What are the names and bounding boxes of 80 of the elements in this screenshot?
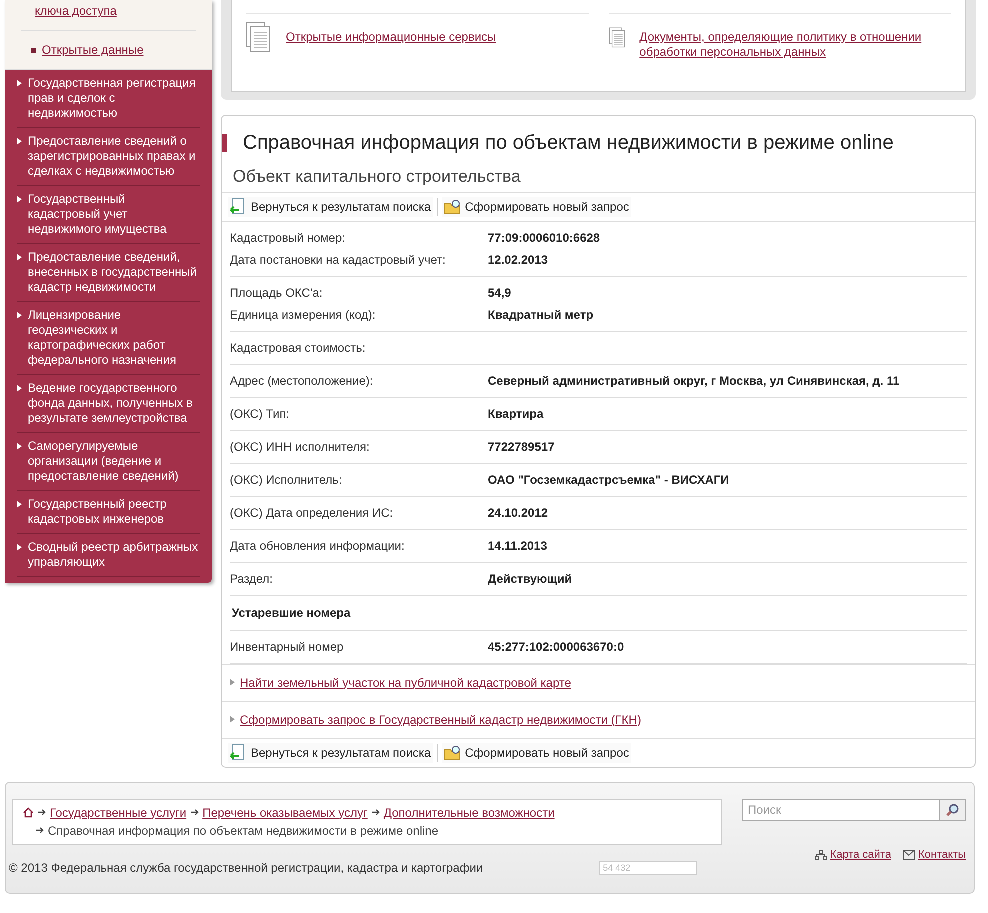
field-label: (ОКС) ИНН исполнителя: bbox=[230, 438, 371, 454]
sidebar-item[interactable]: Государственный кадастровый учет недвижимого имущества bbox=[28, 192, 200, 237]
sidebar-item[interactable]: Лицензирование геодезических и картографических работ федерального назначения bbox=[28, 308, 200, 368]
toolbar-button[interactable]: Вернуться к результатам поиска bbox=[228, 196, 434, 216]
footer-link[interactable]: Контакты bbox=[903, 846, 966, 863]
chevron-icon bbox=[17, 385, 22, 392]
folder-search-icon bbox=[444, 198, 462, 216]
field-label: (ОКС) Тип: bbox=[230, 406, 291, 422]
sidebar-item[interactable]: Ведение государственного фонда данных, полученных в результате землеустройства bbox=[28, 381, 200, 426]
sidebar-item[interactable]: Сводный реестр арбитражных управляющих bbox=[28, 540, 200, 570]
field-label: (ОКС) Исполнитель: bbox=[230, 472, 344, 488]
copyright: © 2013 Федеральная служба государственной регистрации, кадастра и картографии bbox=[9, 860, 484, 876]
sidebar-item[interactable]: Предоставление сведений, внесенных в государственный кадастр недвижимости bbox=[28, 250, 200, 295]
link[interactable]: Открытые информационные сервисы bbox=[286, 22, 496, 45]
breadcrumb-link[interactable]: Дополнительные возможности bbox=[384, 804, 555, 822]
submenu-link[interactable]: Открытые данные bbox=[42, 41, 144, 59]
field-label: Кадастровая стоимость: bbox=[230, 340, 367, 356]
link[interactable]: Найти земельный участок на публичной кадастровой карте bbox=[240, 674, 572, 690]
chevron-icon bbox=[17, 544, 22, 551]
page-title: Справочная информация по объектам недвижимости в режиме online bbox=[243, 131, 894, 156]
field-label: Дата обновления информации: bbox=[230, 538, 406, 554]
sidebar-item[interactable]: Предоставление сведений о зарегистрированных правах и сделках с недвижимостью bbox=[28, 134, 200, 179]
folder-search-icon bbox=[444, 744, 462, 762]
field-value: Действующий bbox=[488, 570, 572, 586]
chevron-icon bbox=[17, 312, 22, 319]
field-label: Площадь ОКС'а: bbox=[230, 284, 324, 300]
footer-link[interactable]: Карта сайта bbox=[815, 846, 892, 863]
field-label: Дата постановки на кадастровый учет: bbox=[230, 252, 447, 268]
field-label: Инвентарный номер bbox=[230, 638, 345, 654]
field-value: Северный административный округ, г Москва, ул Синявинская, д. 11 bbox=[488, 372, 900, 388]
field-value: 45:277:102:000063670:0 bbox=[488, 638, 624, 654]
breadcrumb-link[interactable]: Государственные услуги bbox=[50, 804, 187, 822]
chevron-icon bbox=[230, 716, 235, 722]
sidebar-item[interactable]: Государственный реестр кадастровых инженеров bbox=[28, 497, 200, 527]
chevron-icon bbox=[17, 254, 22, 261]
field-label: Единица измерения (код): bbox=[230, 306, 377, 322]
arrow-icon bbox=[36, 827, 44, 834]
field-value: 12.02.2013 bbox=[488, 252, 548, 268]
arrow-icon bbox=[38, 809, 46, 816]
sitemap-icon bbox=[815, 850, 828, 860]
envelope-icon bbox=[903, 850, 916, 860]
search-field[interactable]: Поиск bbox=[742, 798, 940, 820]
submenu-link[interactable]: ключа доступа bbox=[21, 4, 117, 18]
chevron-icon bbox=[230, 678, 235, 686]
title-accent bbox=[222, 134, 227, 152]
chevron-icon bbox=[17, 443, 22, 450]
field-value: Квартира bbox=[488, 406, 544, 422]
field-value: 54,9 bbox=[488, 284, 512, 300]
toolbar-button[interactable]: Сформировать новый запрос bbox=[442, 742, 632, 762]
field-value: 77:09:0006010:6628 bbox=[488, 230, 600, 246]
search-button[interactable] bbox=[940, 798, 966, 820]
field-label: Кадастровый номер: bbox=[230, 230, 346, 246]
field-value: ОАО "Госземкадастрсъемка" - ВИСХАГИ bbox=[488, 472, 730, 488]
current-page: Справочная информация по объектам недвижимости в режиме online bbox=[48, 822, 439, 840]
document-icon bbox=[246, 22, 272, 54]
home-icon[interactable] bbox=[23, 807, 34, 818]
link[interactable]: Документы, определяющие политику в отношении обработки персональных данных bbox=[640, 22, 951, 60]
sidebar-item[interactable]: Государственная регистрация прав и сделок с недвижимостью bbox=[28, 76, 200, 121]
arrow-icon bbox=[372, 809, 380, 816]
field-label: Адрес (местоположение): bbox=[230, 372, 374, 388]
field-value: 14.11.2013 bbox=[488, 538, 548, 554]
visitor-counter: 54 432 bbox=[599, 860, 698, 874]
field-value: 7722789517 bbox=[488, 438, 555, 454]
sidebar-item[interactable]: Саморегулируемые организации (ведение и предоставление сведений) bbox=[28, 439, 200, 484]
search-icon bbox=[946, 802, 960, 816]
chevron-icon bbox=[17, 138, 22, 145]
chevron-icon bbox=[17, 196, 22, 203]
toolbar-button[interactable]: Сформировать новый запрос bbox=[442, 196, 632, 216]
field-value: Квадратный метр bbox=[488, 306, 594, 322]
arrow-icon bbox=[190, 809, 199, 816]
chevron-icon bbox=[17, 80, 22, 87]
toolbar-button[interactable]: Вернуться к результатам поиска bbox=[228, 742, 434, 762]
link[interactable]: Сформировать запрос в Государственный кадастр недвижимости (ГКН) bbox=[240, 712, 642, 728]
field-label: (ОКС) Дата определения ИС: bbox=[230, 504, 394, 520]
section-heading: Устаревшие номера bbox=[230, 596, 967, 630]
field-label: Раздел: bbox=[230, 570, 274, 586]
breadcrumb-link[interactable]: Перечень оказываемых услуг bbox=[202, 804, 368, 822]
chevron-icon bbox=[17, 501, 22, 508]
section-subtitle: Объект капитального строительства bbox=[233, 166, 522, 188]
field-value: 24.10.2012 bbox=[488, 504, 548, 520]
